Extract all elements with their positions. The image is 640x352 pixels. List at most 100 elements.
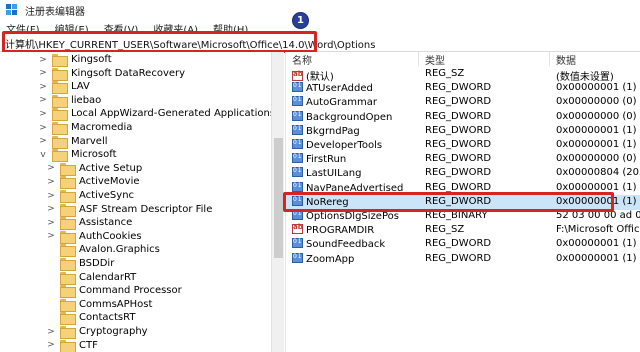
value-name-cell: ATUserAdded (292, 82, 373, 94)
chevron-right-icon[interactable]: > (38, 55, 48, 65)
chevron-down-icon[interactable]: v (38, 150, 48, 160)
tree-item-label: CommsAPHost (79, 298, 153, 310)
value-type: REG_SZ (425, 68, 465, 79)
value-data: 0x00000001 (1) (556, 252, 637, 264)
value-name-cell: NoRereg (292, 195, 349, 208)
value-row[interactable]: BackgroundOpen REG_DWORD 0x00000000 (0) (286, 110, 640, 125)
folder-icon (60, 190, 76, 203)
folder-icon (52, 135, 68, 149)
binary-value-icon (292, 82, 303, 93)
chevron-right-icon[interactable]: > (46, 327, 56, 337)
tree-item-label: ASF Stream Descriptor File (79, 203, 213, 215)
chevron-right-icon[interactable]: > (38, 123, 48, 133)
binary-value-icon (292, 124, 303, 135)
tree-item-label: Local AppWizard-Generated Applications (71, 108, 271, 120)
value-data: 0x00000001 (1) (556, 124, 637, 136)
value-row[interactable]: ATUserAdded REG_DWORD 0x00000001 (1) (286, 81, 640, 96)
value-type: REG_DWORD (425, 195, 492, 207)
value-name: PROGRAMDIR (306, 225, 375, 237)
folder-icon (60, 271, 76, 285)
value-name-cell: OptionsDlgSizePos (292, 210, 399, 222)
value-row[interactable]: OptionsDlgSizePos REG_BINARY 52 03 00 00 a… (286, 209, 640, 224)
column-divider[interactable] (418, 52, 419, 66)
value-row[interactable]: NoRereg REG_DWORD 0x00000001 (1) (286, 194, 640, 210)
folder-icon (52, 81, 68, 95)
column-data[interactable]: 数据 (556, 52, 576, 67)
value-data: 0x00000001 (1) (556, 238, 637, 250)
value-data: 0x00000001 (1) (556, 195, 637, 207)
value-name-cell: BackgroundOpen (292, 110, 392, 123)
value-row[interactable]: BkgrndPag REG_DWORD 0x00000001 (1) (286, 124, 640, 139)
value-name: ZoomApp (306, 253, 355, 265)
value-row[interactable]: DeveloperTools REG_DWORD 0x00000001 (1) (286, 138, 640, 153)
tree-item-label: Command Processor (79, 285, 182, 297)
key-tree[interactable]: > Kingsoft > Kingsoft DataRecovery > LAV > lieb… (0, 52, 271, 352)
value-name-cell: NavPaneAdvertised (292, 181, 404, 194)
value-data: 0x00000000 (0) (556, 110, 637, 122)
value-row[interactable]: NavPaneAdvertised REG_DWORD 0x00000001 (1) (286, 181, 640, 196)
value-row[interactable]: AutoGrammar REG_DWORD 0x00000000 (0) (286, 95, 640, 110)
value-name: DeveloperTools (306, 140, 383, 151)
value-name-cell: SoundFeedback (292, 238, 385, 250)
tree-item-label: LAV (71, 81, 90, 93)
tree-scrollbar-thumb[interactable] (274, 138, 283, 258)
value-row[interactable]: ZoomApp REG_DWORD 0x00000001 (1) (286, 252, 640, 267)
value-data: 0x00000804 (2052) (556, 167, 640, 179)
chevron-right-icon[interactable]: > (46, 340, 56, 350)
tree-item-label: Macromedia (71, 122, 133, 133)
value-row[interactable]: SoundFeedback REG_DWORD 0x00000001 (1) (286, 237, 640, 252)
binary-value-icon (292, 238, 303, 249)
value-name-cell: AutoGrammar (292, 96, 377, 108)
folder-icon (60, 339, 76, 352)
folder-icon (60, 312, 76, 326)
chevron-right-icon[interactable]: > (38, 109, 48, 119)
chevron-right-icon[interactable]: > (38, 95, 48, 105)
tree-item-label: liebao (71, 94, 102, 106)
folder-icon (60, 176, 76, 190)
chevron-right-icon[interactable]: > (46, 231, 56, 241)
binary-value-icon (292, 195, 303, 206)
chevron-right-icon[interactable]: > (46, 191, 56, 201)
tree-item[interactable]: > CTF (46, 338, 98, 352)
folder-icon (52, 122, 68, 135)
address-bar[interactable]: 计算机\HKEY_CURRENT_USER\Software\Microsoft… (0, 34, 640, 52)
folder-icon (60, 285, 76, 299)
folder-icon (60, 217, 76, 231)
binary-value-icon (292, 252, 303, 263)
values-list[interactable]: 名称 类型 数据 (默认)REG_SZ(数值未设置)ATUserAdded REG… (285, 52, 640, 352)
value-row[interactable]: FirstRun REG_DWORD 0x00000000 (0) (286, 152, 640, 167)
column-name[interactable]: 名称 (292, 52, 312, 67)
chevron-right-icon[interactable]: > (38, 82, 48, 92)
tree-item-label: ContactsRT (79, 312, 136, 324)
value-row[interactable]: LastUILang REG_DWORD 0x00000804 (2052) (286, 166, 640, 181)
folder-icon (60, 258, 76, 271)
folder-icon (52, 94, 68, 108)
chevron-right-icon[interactable]: > (46, 218, 56, 228)
value-name: AutoGrammar (306, 97, 377, 109)
value-row[interactable]: (默认)REG_SZ(数值未设置) (286, 67, 640, 83)
chevron-right-icon[interactable]: > (46, 204, 56, 214)
chevron-right-icon[interactable]: > (46, 163, 56, 173)
value-name: LastUILang (306, 168, 362, 180)
tree-item-label: Microsoft (71, 149, 117, 161)
value-type: REG_DWORD (425, 96, 492, 108)
value-name-cell: PROGRAMDIR (292, 223, 375, 237)
value-data: F:\Microsoft Office 20 (556, 224, 640, 236)
value-type: REG_DWORD (425, 181, 492, 193)
chevron-right-icon[interactable]: > (38, 68, 48, 78)
address-path[interactable]: 计算机\HKEY_CURRENT_USER\Software\Microsoft… (5, 36, 375, 51)
column-type[interactable]: 类型 (425, 52, 445, 67)
folder-icon (60, 230, 76, 244)
value-type: REG_DWORD (425, 124, 492, 136)
tree-item-label: Kingsoft DataRecovery (71, 67, 186, 79)
value-data: 0x00000000 (0) (556, 96, 637, 108)
column-divider[interactable] (549, 52, 550, 66)
value-type: REG_DWORD (425, 167, 492, 179)
value-name: NavPaneAdvertised (306, 182, 404, 194)
chevron-right-icon[interactable]: > (46, 177, 56, 187)
chevron-right-icon[interactable]: > (38, 136, 48, 146)
tree-item-label: BSDDir (79, 258, 115, 269)
value-row[interactable]: PROGRAMDIR REG_SZ F:\Microsoft Office 20 (286, 223, 640, 238)
binary-value-icon (292, 181, 303, 192)
tree-scrollbar[interactable] (271, 52, 284, 352)
